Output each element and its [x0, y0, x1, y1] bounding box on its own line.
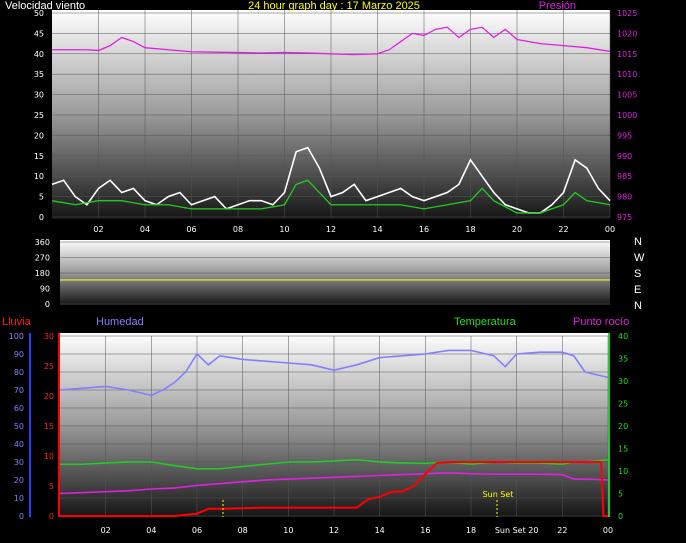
rain-tick-label: 5: [49, 482, 54, 491]
y-tick-label: 45: [34, 29, 44, 38]
dir-letter-s: S: [634, 268, 641, 280]
x-tick-label: 08: [238, 526, 248, 535]
humidity-tick-label: 100: [9, 332, 24, 341]
x-tick-label: 20: [512, 225, 522, 234]
temp-tick-label: 40: [618, 332, 628, 341]
dir-letter-e: E: [634, 284, 641, 296]
x-tick-label: 10: [283, 526, 293, 535]
pressure-tick-label: 990: [617, 152, 632, 161]
y-tick-label: 25: [34, 111, 44, 120]
wind-speed-label: Velocidad viento: [5, 0, 85, 12]
y-tick-label: 40: [34, 50, 44, 59]
humidity-tick-label: 90: [14, 350, 24, 359]
humidity-tick-label: 80: [14, 368, 24, 377]
x-tick-label: 06: [192, 526, 202, 535]
y-tick-label: 10: [34, 172, 44, 181]
humidity-tick-label: 10: [14, 494, 24, 503]
dir-letter-n-top: N: [634, 236, 642, 248]
x-tick-label: Sun Set 20: [495, 526, 539, 535]
x-tick-label: 00: [603, 526, 613, 535]
x-tick-label: 00: [605, 225, 615, 234]
x-tick-label: 18: [465, 225, 475, 234]
x-tick-label: 02: [101, 526, 111, 535]
x-tick-label: 14: [372, 225, 382, 234]
humidity-tick-label: 0: [19, 512, 24, 521]
pressure-tick-label: 1025: [617, 9, 637, 18]
humidity-tick-label: 60: [14, 404, 24, 413]
rain-tick-label: 0: [49, 512, 54, 521]
temp-tick-label: 10: [618, 467, 628, 476]
temperature-label: Temperatura: [454, 316, 517, 328]
direction-tick-label: 360: [35, 238, 50, 247]
chart-title: 24 hour graph day : 17 Marzo 2025: [248, 0, 420, 12]
direction-tick-label: 90: [40, 285, 50, 294]
temp-tick-label: 30: [618, 377, 628, 386]
rain-label: Lluvia: [2, 316, 32, 328]
x-tick-label: 14: [375, 526, 385, 535]
rain-tick-label: 20: [44, 392, 54, 401]
y-tick-label: 30: [34, 91, 44, 100]
pressure-tick-label: 1000: [617, 111, 637, 120]
y-tick-label: 20: [34, 131, 44, 140]
direction-tick-label: 270: [35, 254, 50, 263]
y-tick-label: 5: [39, 193, 44, 202]
temp-tick-label: 15: [618, 445, 628, 454]
pressure-tick-label: 1020: [617, 29, 637, 38]
x-tick-label: 04: [146, 526, 156, 535]
humidity-tick-label: 20: [14, 476, 24, 485]
temp-tick-label: 25: [618, 400, 628, 409]
sunset-label: Sun Set: [483, 490, 514, 499]
pressure-tick-label: 1005: [617, 91, 637, 100]
humidity-tick-label: 30: [14, 458, 24, 467]
rain-tick-label: 25: [44, 362, 54, 371]
y-tick-label: 15: [34, 152, 44, 161]
pressure-tick-label: 975: [617, 213, 632, 222]
x-tick-label: 12: [326, 225, 336, 234]
humidity-tick-label: 40: [14, 440, 24, 449]
dir-letter-n-bottom: N: [634, 300, 642, 312]
humidity-tick-label: 70: [14, 386, 24, 395]
x-tick-label: 02: [93, 225, 103, 234]
rain-tick-label: 10: [44, 452, 54, 461]
temp-tick-label: 0: [618, 512, 623, 521]
x-tick-label: 18: [466, 526, 476, 535]
humidity-label: Humedad: [96, 316, 144, 328]
x-tick-label: 06: [186, 225, 196, 234]
temp-tick-label: 5: [618, 490, 623, 499]
x-tick-label: 08: [233, 225, 243, 234]
pressure-tick-label: 985: [617, 172, 632, 181]
pressure-tick-label: 980: [617, 193, 632, 202]
x-tick-label: 12: [329, 526, 339, 535]
rain-tick-label: 15: [44, 422, 54, 431]
direction-tick-label: 180: [35, 269, 50, 278]
dewpoint-label: Punto rocío: [573, 316, 629, 328]
y-tick-label: 0: [39, 213, 44, 222]
x-tick-label: 22: [557, 526, 567, 535]
humidity-tick-label: 50: [14, 422, 24, 431]
temp-tick-label: 35: [618, 355, 628, 364]
pressure-tick-label: 1010: [617, 70, 637, 79]
pressure-tick-label: 1015: [617, 50, 637, 59]
weather-graph: 0510152025303540455097598098599099510001…: [2, 0, 645, 535]
wind-direction-panel: [60, 240, 610, 305]
rain-tick-label: 30: [44, 332, 54, 341]
x-tick-label: 16: [420, 526, 430, 535]
pressure-label: Presión: [539, 0, 576, 12]
x-tick-label: 22: [558, 225, 568, 234]
y-tick-label: 35: [34, 70, 44, 79]
direction-tick-label: 0: [45, 300, 50, 309]
x-tick-label: 04: [140, 225, 150, 234]
dir-letter-w: W: [634, 252, 645, 264]
pressure-tick-label: 995: [617, 131, 632, 140]
temp-tick-label: 20: [618, 422, 628, 431]
x-tick-label: 16: [419, 225, 429, 234]
x-tick-label: 10: [279, 225, 289, 234]
